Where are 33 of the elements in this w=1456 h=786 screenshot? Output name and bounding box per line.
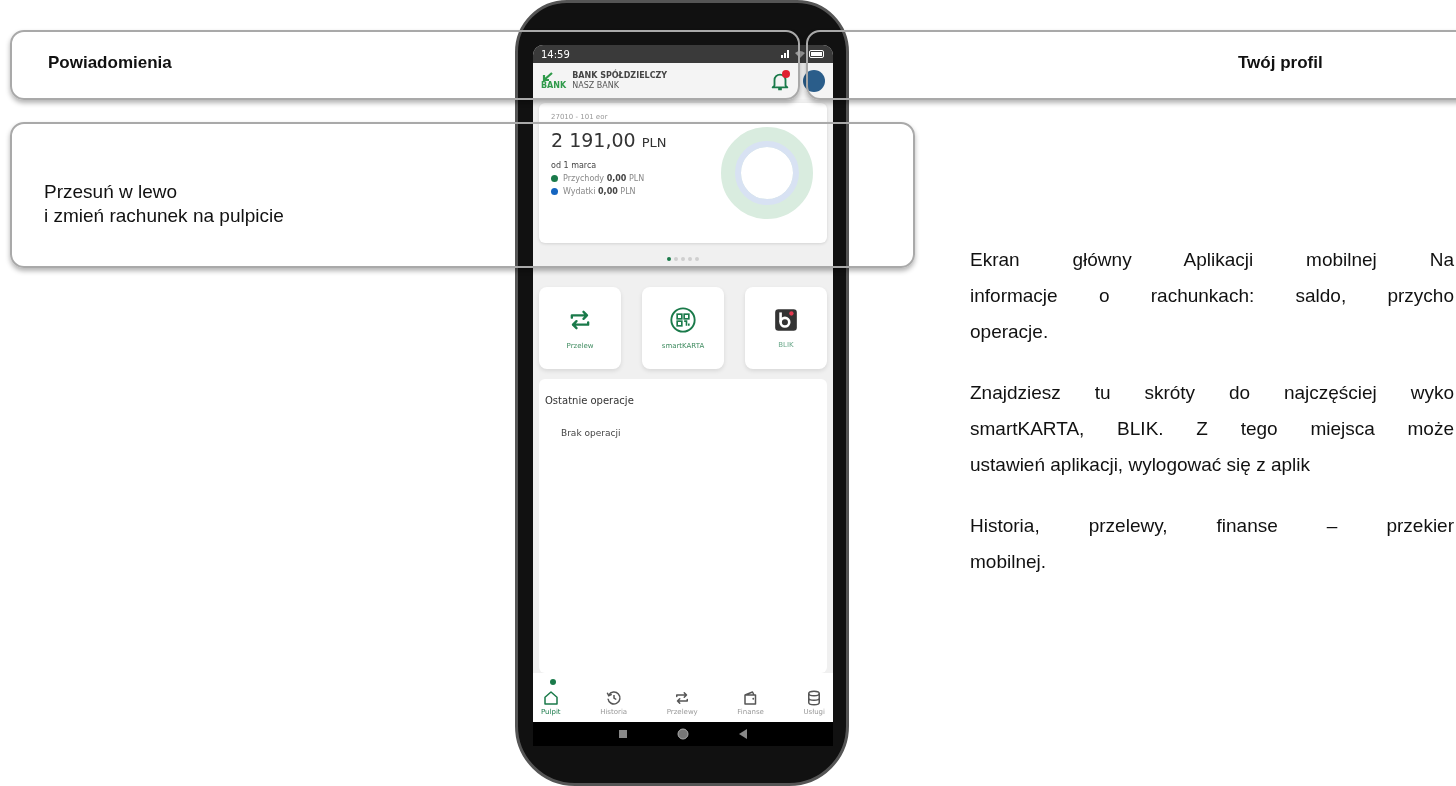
signal-icon [781, 50, 791, 58]
callout-title: Twój profil [1238, 53, 1323, 73]
description-paragraph: Historia, przelewy, finanse – przekier mobilnej. [970, 514, 1454, 574]
history-icon [604, 689, 623, 707]
description-paragraph: Ekran główny Aplikacji mobilnej Na informacje o rachunkach: saldo, przycho operacje. [970, 248, 1454, 344]
callout-text: Przesuń w lewo i zmień rachunek na pulpicie [44, 180, 284, 228]
avatar-circle[interactable] [803, 70, 825, 92]
back-triangle-icon[interactable] [739, 729, 747, 739]
bank-name: BANK SPÓŁDZIELCZY [572, 71, 669, 81]
home-circle-icon[interactable] [677, 728, 689, 740]
logo-text: BANK [541, 82, 567, 90]
empty-state-text: Brak operacji [561, 428, 622, 438]
page-dot[interactable] [688, 257, 692, 261]
battery-icon [809, 50, 825, 58]
page-dot[interactable] [681, 257, 685, 261]
notifications-button[interactable] [769, 70, 791, 92]
status-time: 14:59 [541, 48, 570, 60]
period-label: od 1 marca [551, 161, 598, 170]
bank-subtitle: NASZ BANK [572, 81, 620, 91]
qr-code-icon [669, 306, 697, 334]
section-title: Ostatnie operacje [545, 395, 635, 406]
callout-title: Powiadomienia [48, 53, 172, 73]
page-dot[interactable] [667, 257, 671, 261]
page-dot[interactable] [674, 257, 678, 261]
legend-label: Przychody 0,00 PLN [563, 174, 645, 183]
balance-amount: 2 191,00 PLN [551, 129, 668, 151]
home-icon [541, 689, 560, 707]
blik-logo-icon [773, 307, 799, 333]
arrow-logo-icon [541, 72, 553, 82]
description-paragraph: Znajdziesz tu skróty do najczęściej wyko smartKARTA, BLIK. Z tego miejsca może ustawień aplikacji, wylogować się z aplik [970, 381, 1454, 477]
page-dot[interactable] [695, 257, 699, 261]
wifi-icon [795, 50, 805, 58]
legend-label: Wydatki 0,00 PLN [563, 187, 636, 196]
